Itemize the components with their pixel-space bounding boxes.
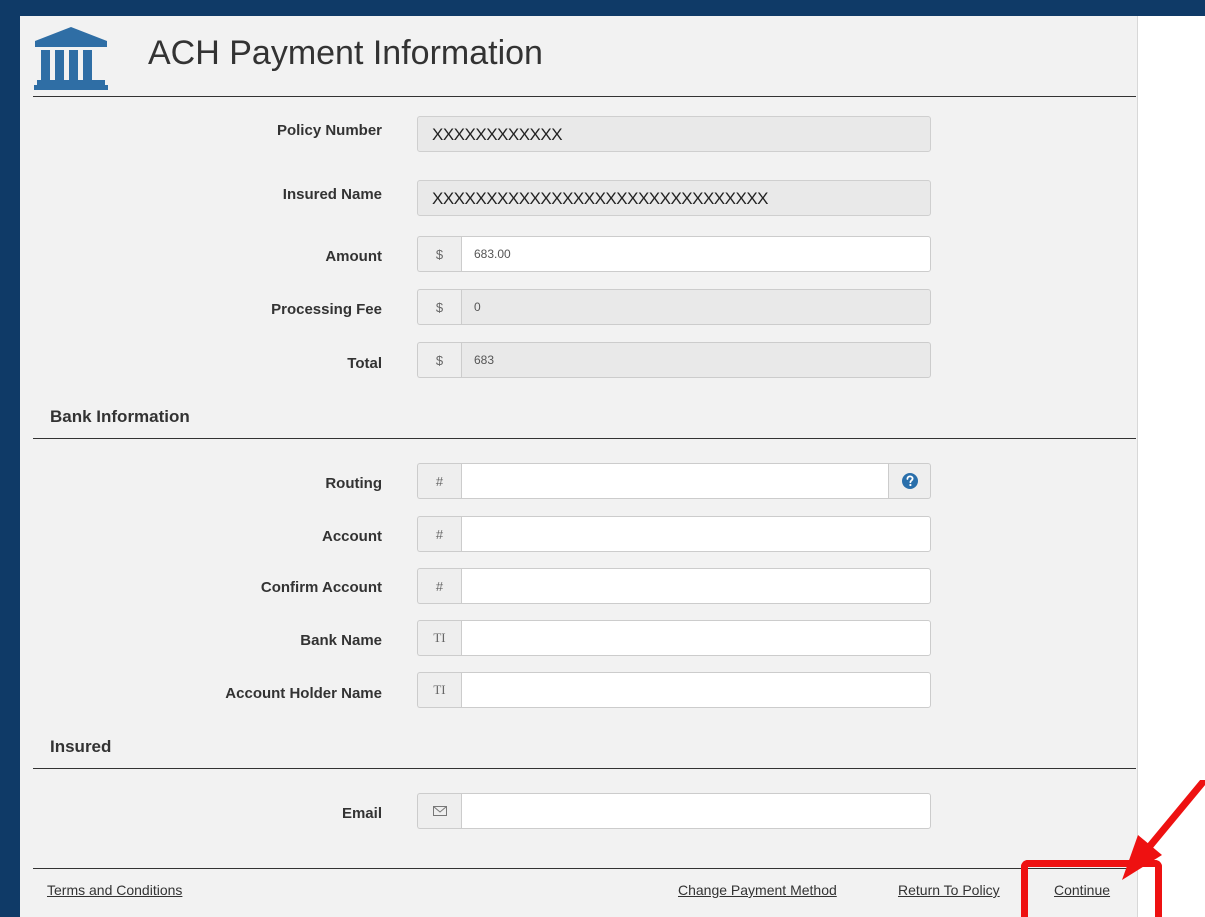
- hash-icon: #: [417, 568, 461, 604]
- insured-divider: [33, 768, 1136, 769]
- policy-number-field: XXXXXXXXXXXX: [417, 116, 931, 152]
- footer-divider: [33, 868, 1136, 869]
- bank-name-input[interactable]: [461, 620, 931, 656]
- payment-panel: ACH Payment Information Policy Number XX…: [20, 16, 1138, 917]
- bank-information-heading: Bank Information: [50, 407, 190, 426]
- confirm-account-label: Confirm Account: [260, 579, 382, 596]
- total-input: [461, 342, 931, 378]
- confirm-account-input[interactable]: [461, 568, 931, 604]
- header-divider: [33, 96, 1136, 97]
- processing-fee-input: [461, 289, 931, 325]
- insured-name-field: XXXXXXXXXXXXXXXXXXXXXXXXXXXXXXX: [417, 180, 931, 216]
- email-input[interactable]: [461, 793, 931, 829]
- question-circle-icon[interactable]: [889, 463, 931, 499]
- envelope-icon: [417, 793, 461, 829]
- text-icon: TI: [417, 620, 461, 656]
- bank-name-group: TI: [417, 620, 931, 656]
- routing-input[interactable]: [461, 463, 889, 499]
- routing-label: Routing: [325, 475, 382, 492]
- red-arrow-icon: [1100, 778, 1205, 895]
- account-holder-name-group: TI: [417, 672, 931, 708]
- confirm-account-group: #: [417, 568, 931, 604]
- email-label: Email: [341, 805, 382, 822]
- account-label: Account: [322, 528, 382, 545]
- processing-fee-group: $: [417, 289, 931, 325]
- amount-input[interactable]: [461, 236, 931, 272]
- processing-fee-label: Processing Fee: [271, 301, 382, 318]
- account-holder-name-input[interactable]: [461, 672, 931, 708]
- account-group: #: [417, 516, 931, 552]
- terms-and-conditions-link[interactable]: Terms and Conditions: [47, 882, 182, 898]
- dollar-icon: $: [417, 289, 461, 325]
- insured-heading: Insured: [50, 737, 112, 756]
- change-payment-method-link[interactable]: Change Payment Method: [678, 882, 837, 898]
- hash-icon: #: [417, 516, 461, 552]
- policy-number-label: Policy Number: [276, 122, 382, 139]
- bank-divider: [33, 438, 1136, 439]
- page-title: ACH Payment Information: [148, 34, 543, 72]
- account-input[interactable]: [461, 516, 931, 552]
- dollar-icon: $: [417, 236, 461, 272]
- hash-icon: #: [417, 463, 461, 499]
- bank-icon: [33, 25, 109, 96]
- total-group: $: [417, 342, 931, 378]
- total-label: Total: [347, 355, 382, 372]
- dollar-icon: $: [417, 342, 461, 378]
- window-frame-left: [0, 0, 20, 917]
- amount-label: Amount: [325, 248, 382, 265]
- amount-group: $: [417, 236, 931, 272]
- text-icon: TI: [417, 672, 461, 708]
- window-frame-top: [0, 0, 1205, 16]
- bank-name-label: Bank Name: [300, 632, 382, 649]
- insured-name-label: Insured Name: [282, 186, 382, 203]
- email-group: [417, 793, 931, 829]
- routing-group: #: [417, 463, 931, 499]
- return-to-policy-link[interactable]: Return To Policy: [898, 882, 1000, 898]
- account-holder-name-label: Account Holder Name: [225, 685, 382, 702]
